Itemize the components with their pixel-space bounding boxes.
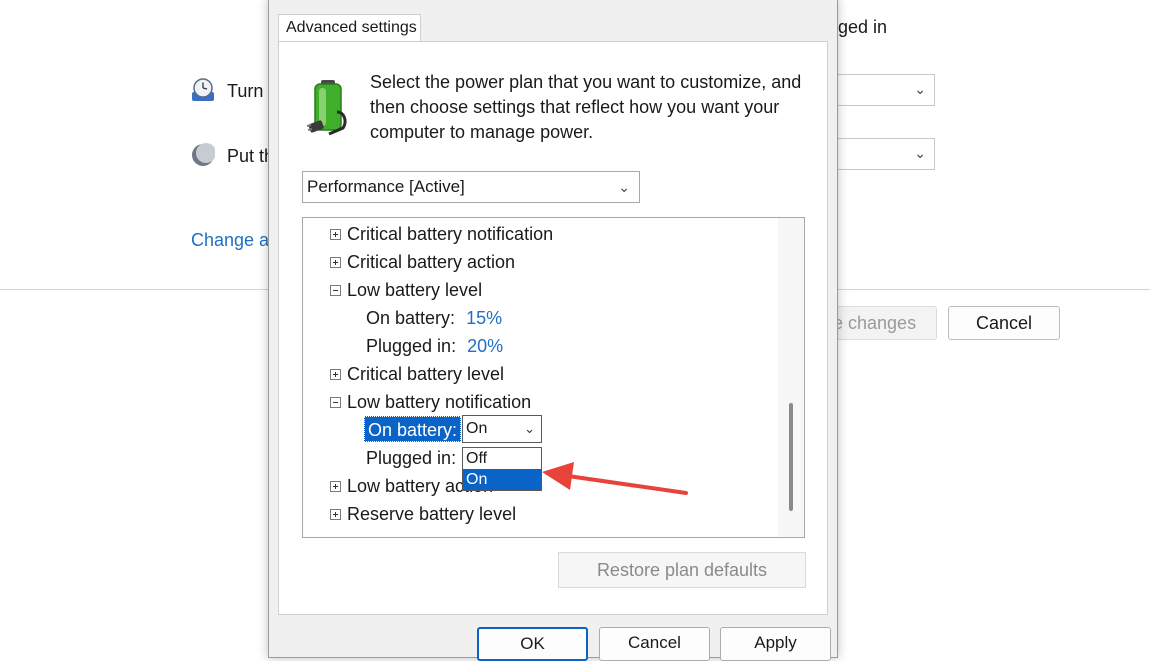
- moon-icon: [192, 143, 215, 166]
- low-level-on-battery-value[interactable]: 15%: [466, 308, 502, 328]
- collapse-minus-icon[interactable]: [330, 397, 341, 408]
- sleep-label: Put th: [227, 146, 275, 166]
- tree-subitem-label: On battery:: [366, 308, 456, 328]
- chevron-down-icon: ⌄: [618, 179, 630, 195]
- dialog-cancel-button[interactable]: Cancel: [599, 627, 710, 661]
- tree-scrollbar[interactable]: [778, 218, 804, 537]
- advanced-settings-panel: Select the power plan that you want to c…: [278, 41, 828, 615]
- combo-value: On: [466, 420, 488, 437]
- tree-item-label: Critical battery notification: [347, 224, 554, 244]
- power-options-dialog: Advanced settings Select the power plan …: [268, 0, 838, 661]
- tree-subitem-low-level-plugged-in[interactable]: Plugged in: 20%: [366, 333, 503, 359]
- dropdown-option-on[interactable]: On: [463, 469, 541, 490]
- dialog-description: Select the power plan that you want to c…: [370, 72, 802, 142]
- sleep-select[interactable]: ⌄: [836, 138, 935, 170]
- expand-plus-icon[interactable]: [330, 229, 341, 240]
- battery-plug-icon: [307, 80, 347, 136]
- tree-subitem-label: Plugged in:: [366, 448, 457, 468]
- background-cancel-button[interactable]: Cancel: [948, 306, 1060, 340]
- expand-plus-icon[interactable]: [330, 257, 341, 268]
- tree-item-label: Reserve battery level: [347, 504, 517, 524]
- expand-plus-icon[interactable]: [330, 509, 341, 520]
- apply-button[interactable]: Apply: [720, 627, 831, 661]
- tree-item-label: Critical battery action: [347, 252, 516, 272]
- collapse-minus-icon[interactable]: [330, 285, 341, 296]
- annotation-arrow-icon: [542, 462, 688, 495]
- restore-plan-defaults-button[interactable]: Restore plan defaults: [558, 552, 806, 588]
- tree-subitem-low-level-on-battery[interactable]: On battery: 15%: [366, 305, 502, 331]
- ok-button[interactable]: OK: [477, 627, 588, 661]
- clock-icon: [192, 78, 214, 101]
- chevron-down-icon: ⌄: [914, 145, 926, 161]
- tree-subitem-label: Plugged in:: [366, 336, 457, 356]
- tree-subitem-notification-on-battery[interactable]: On battery:: [364, 416, 462, 442]
- power-plan-value: Performance [Active]: [307, 177, 465, 196]
- tree-item-label: Critical battery level: [347, 364, 505, 384]
- tree-item-label: Low battery notification: [347, 392, 532, 412]
- tree-item-label: Low battery level: [347, 280, 483, 300]
- tab-advanced-settings[interactable]: Advanced settings: [278, 14, 421, 42]
- change-advanced-settings-link[interactable]: Change ac: [191, 230, 278, 251]
- expand-plus-icon[interactable]: [330, 369, 341, 380]
- background-header-text: ged in: [838, 17, 888, 37]
- dropdown-option-off[interactable]: Off: [463, 448, 541, 469]
- scrollbar-thumb[interactable]: [789, 403, 793, 511]
- notification-on-battery-combo[interactable]: On ⌄: [462, 415, 542, 443]
- tree-subitem-notification-plugged-in[interactable]: Plugged in:: [366, 445, 456, 471]
- turn-off-display-label: Turn: [227, 81, 264, 101]
- notification-dropdown-list[interactable]: Off On: [462, 447, 542, 491]
- low-level-plugged-in-value[interactable]: 20%: [467, 336, 503, 356]
- chevron-down-icon: ⌄: [524, 421, 535, 436]
- turn-off-display-select[interactable]: ⌄: [836, 74, 935, 106]
- chevron-down-icon: ⌄: [914, 81, 926, 97]
- expand-plus-icon[interactable]: [330, 481, 341, 492]
- power-plan-select[interactable]: Performance [Active] ⌄: [302, 171, 640, 203]
